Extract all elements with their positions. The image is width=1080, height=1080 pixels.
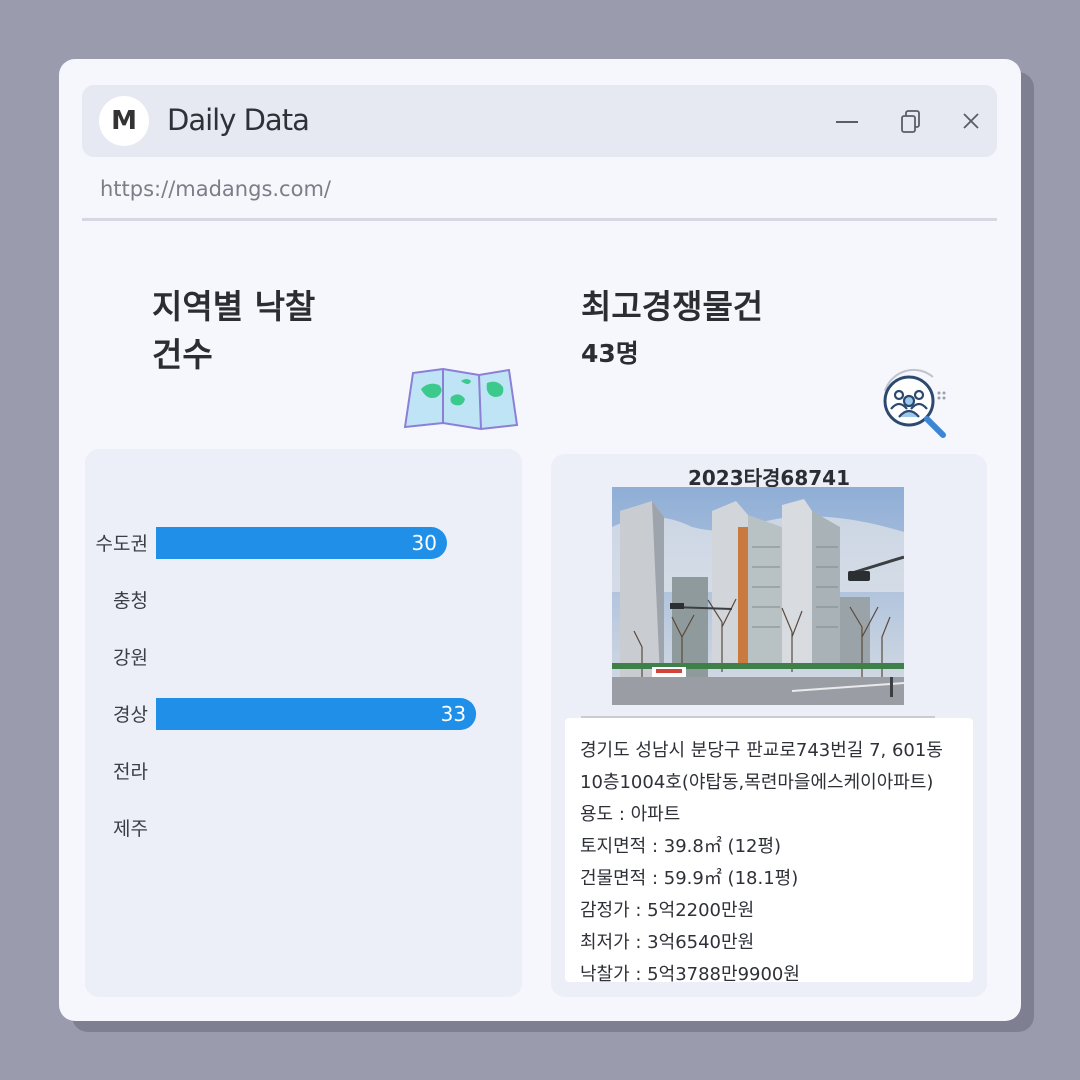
appraisal-price: 감정가 : 5억2200만원 xyxy=(580,900,755,921)
bar-label: 경상 xyxy=(113,704,148,726)
competition-count: 43명 xyxy=(581,339,639,368)
restore-button[interactable] xyxy=(894,104,928,138)
building-area: 건물면적 : 59.9㎡ (18.1평) xyxy=(580,868,799,889)
bar-label: 제주 xyxy=(113,818,148,840)
address-line1: 경기도 성남시 분당구 판교로743번길 7, 601동 xyxy=(580,740,943,761)
bar xyxy=(156,527,447,559)
property-panel: 2023타경68741 경기도 성남시 분당구 판교로743번길 7, 601동… xyxy=(551,454,987,997)
competition-title: 최고경쟁물건 xyxy=(581,287,764,326)
region-chart-panel: 수도권 30 충청강원경상 33 전라제주 xyxy=(85,449,522,997)
bar xyxy=(156,698,477,730)
app-window: M Daily Data https://madangs.com/ 지역별 낙찰… xyxy=(59,59,1021,1021)
bar-label: 충청 xyxy=(113,590,148,612)
region-bar-chart: 수도권 30 충청강원경상 33 전라제주 xyxy=(96,527,477,840)
app-logo: M xyxy=(99,96,149,146)
bar-label: 강원 xyxy=(113,647,148,669)
property-photo xyxy=(612,487,904,705)
app-title: Daily Data xyxy=(167,103,310,137)
bar-value-label: 30 xyxy=(412,531,437,555)
winning-bid-price: 낙찰가 : 5억3788만9900원 xyxy=(580,964,800,985)
property-info: 경기도 성남시 분당구 판교로743번길 7, 601동 10층1004호(야탑… xyxy=(565,718,973,985)
close-icon xyxy=(963,113,979,129)
bar-label: 수도권 xyxy=(96,533,148,555)
people-search-icon xyxy=(883,368,946,438)
bar-label: 전라 xyxy=(113,761,148,783)
bar-value-label: 33 xyxy=(441,702,466,726)
region-title: 지역별 낙찰 건수 xyxy=(152,283,315,379)
address-line2: 10층1004호(야탑동,목련마을에스케이아파트) xyxy=(580,772,934,793)
map-icon xyxy=(403,367,519,431)
url-text[interactable]: https://madangs.com/ xyxy=(100,177,331,201)
url-divider xyxy=(82,218,997,221)
minimize-button[interactable] xyxy=(830,104,864,138)
usage: 용도 : 아파트 xyxy=(580,804,681,825)
region-title-line2: 건수 xyxy=(152,335,213,374)
restore-icon xyxy=(901,110,920,133)
title-bar: M Daily Data xyxy=(82,85,997,157)
minimize-icon xyxy=(836,121,858,123)
region-title-line1: 지역별 낙찰 xyxy=(152,287,316,326)
land-area: 토지면적 : 39.8㎡ (12평) xyxy=(580,836,782,857)
minimum-price: 최저가 : 3억6540만원 xyxy=(580,932,755,953)
close-button[interactable] xyxy=(954,104,988,138)
